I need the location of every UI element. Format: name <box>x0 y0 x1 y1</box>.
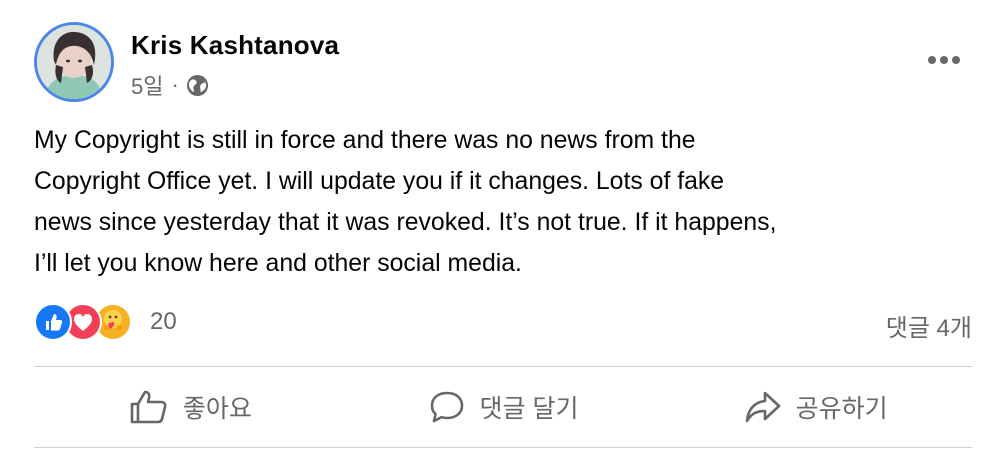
avatar[interactable] <box>34 22 114 102</box>
comment-button-label: 댓글 달기 <box>479 395 579 423</box>
facebook-post: Kris Kashtanova 5일 · My Copyright is sti… <box>0 0 1006 450</box>
like-button-label: 좋아요 <box>182 395 252 423</box>
reactions-summary[interactable]: 20 <box>34 302 177 342</box>
thumbs-up-icon <box>130 390 167 424</box>
like-icon <box>34 303 72 341</box>
share-button[interactable]: 공유하기 <box>659 368 972 446</box>
comment-button[interactable]: 댓글 달기 <box>347 368 660 446</box>
post-stats: 20 댓글 4개 <box>34 300 972 344</box>
more-options-icon <box>928 56 960 64</box>
post-header: Kris Kashtanova 5일 · <box>34 22 972 104</box>
globe-icon[interactable] <box>186 74 209 97</box>
comment-icon <box>430 391 463 423</box>
post-actions: 좋아요 댓글 달기 공유하기 <box>34 368 972 446</box>
post-body-text: My Copyright is still in force and there… <box>34 127 777 277</box>
reaction-count: 20 <box>150 308 177 335</box>
share-icon <box>745 391 780 423</box>
more-options-button[interactable] <box>916 42 972 78</box>
comment-count-link[interactable]: 댓글 4개 <box>886 308 972 343</box>
post-timestamp[interactable]: 5일 <box>131 69 163 101</box>
like-button[interactable]: 좋아요 <box>34 368 347 446</box>
share-button-label: 공유하기 <box>795 395 888 423</box>
post-meta: 5일 · <box>131 70 209 100</box>
meta-separator: · <box>171 72 179 97</box>
author-name[interactable]: Kris Kashtanova <box>131 30 339 61</box>
divider <box>34 366 972 367</box>
divider <box>34 447 972 448</box>
avatar-photo <box>37 25 111 99</box>
